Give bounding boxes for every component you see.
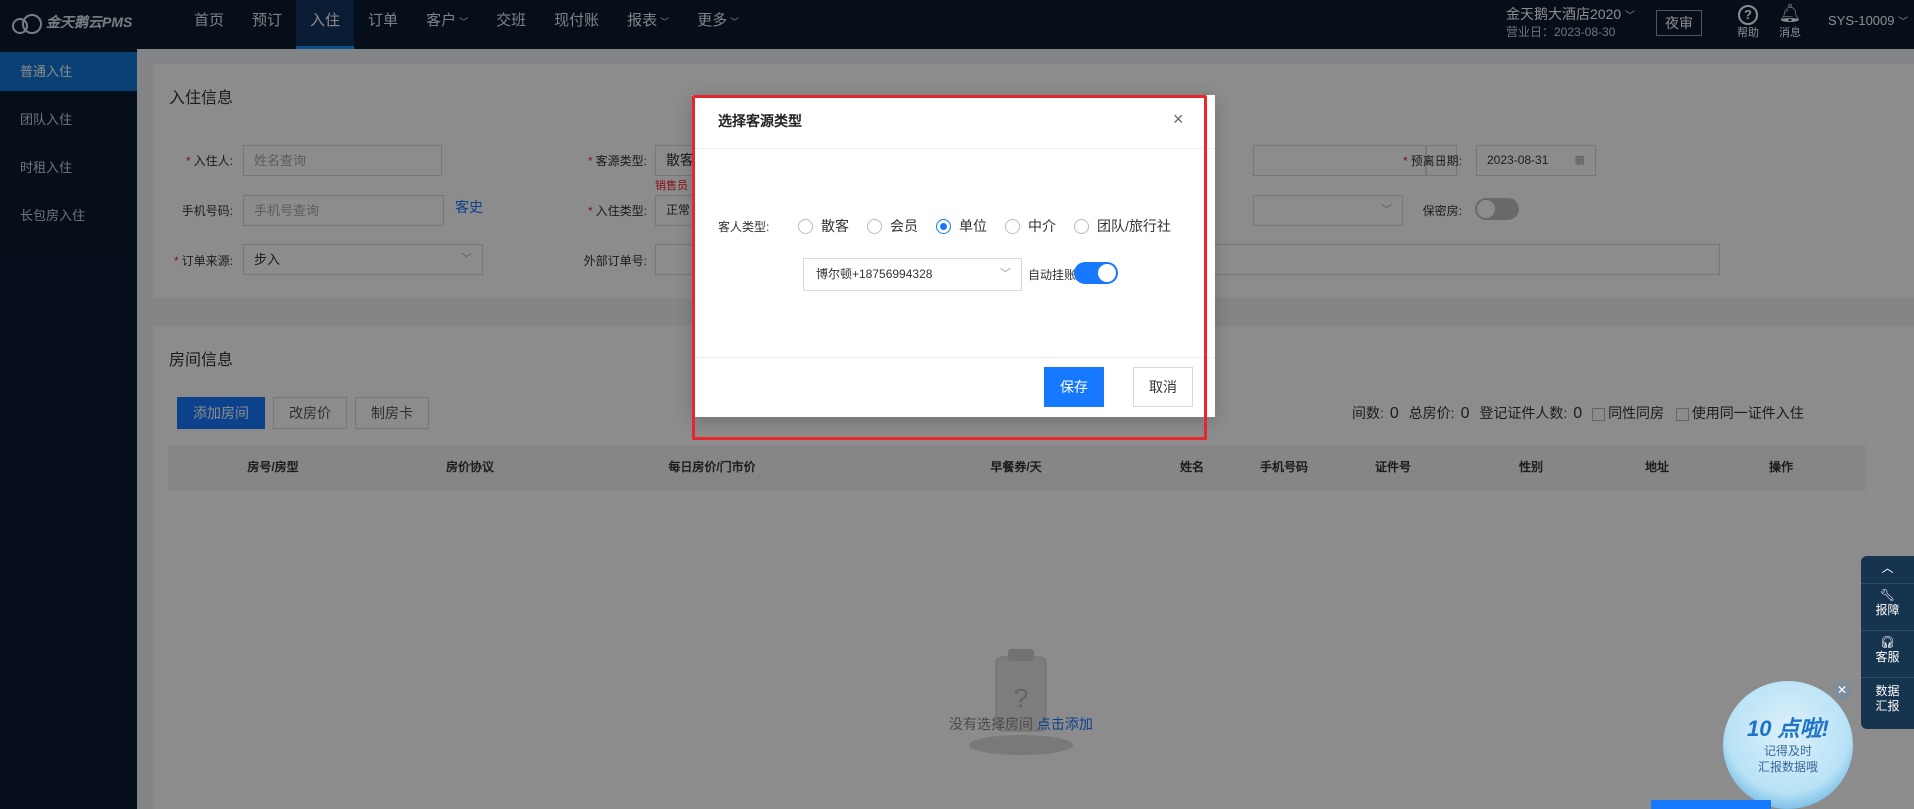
report-issue-label: 报障 [1875,603,1900,617]
close-icon[interactable]: ✕ [1832,680,1852,700]
reminder-headline: 10 点啦! [1747,716,1829,741]
reminder-bubble[interactable]: 10 点啦! 记得及时 汇报数据哦 [1723,681,1853,809]
data-report-label: 数据汇报 [1875,684,1900,713]
headset-icon: 🎧︎ [1879,635,1896,649]
customer-service-button[interactable]: 🎧︎ 客服 [1861,631,1914,678]
collapse-up-icon[interactable]: ︿ [1861,556,1914,584]
wrench-icon: 🔧︎ [1879,588,1896,602]
footer-action-button[interactable] [1651,800,1771,809]
reminder-line1: 记得及时 [1763,744,1812,758]
report-issue-button[interactable]: 🔧︎ 报障 [1861,584,1914,631]
data-report-button[interactable]: 数据汇报 [1861,678,1914,725]
floating-toolbar: ︿ 🔧︎ 报障 🎧︎ 客服 数据汇报 [1861,556,1914,729]
reminder-line2: 汇报数据哦 [1757,760,1818,774]
annotation-highlight-box [692,95,1207,440]
customer-service-label: 客服 [1875,650,1900,664]
